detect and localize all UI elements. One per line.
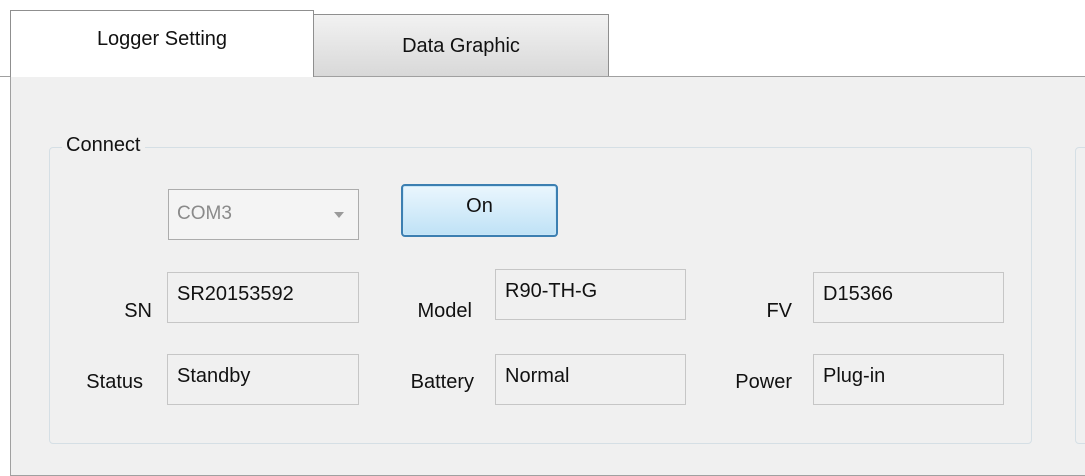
sn-field: SR20153592	[167, 272, 359, 323]
adjacent-groupbox	[1075, 147, 1085, 444]
com-port-value: COM3	[177, 203, 232, 224]
power-field: Plug-in	[813, 354, 1004, 405]
power-label: Power	[735, 371, 792, 393]
model-label: Model	[417, 300, 472, 322]
fv-field: D15366	[813, 272, 1004, 323]
fv-label: FV	[766, 300, 792, 322]
tab-logger-setting[interactable]: Logger Setting	[10, 10, 314, 77]
status-label: Status	[86, 371, 143, 393]
connect-group-title: Connect	[62, 134, 145, 157]
chevron-down-icon	[334, 212, 344, 218]
battery-field: Normal	[495, 354, 686, 405]
battery-label: Battery	[410, 371, 474, 393]
com-port-select[interactable]: COM3	[168, 189, 359, 240]
on-button[interactable]: On	[401, 184, 558, 237]
model-field: R90-TH-G	[495, 269, 686, 320]
status-field: Standby	[167, 354, 359, 405]
tab-data-graphic[interactable]: Data Graphic	[313, 14, 609, 77]
sn-label: SN	[124, 300, 152, 322]
